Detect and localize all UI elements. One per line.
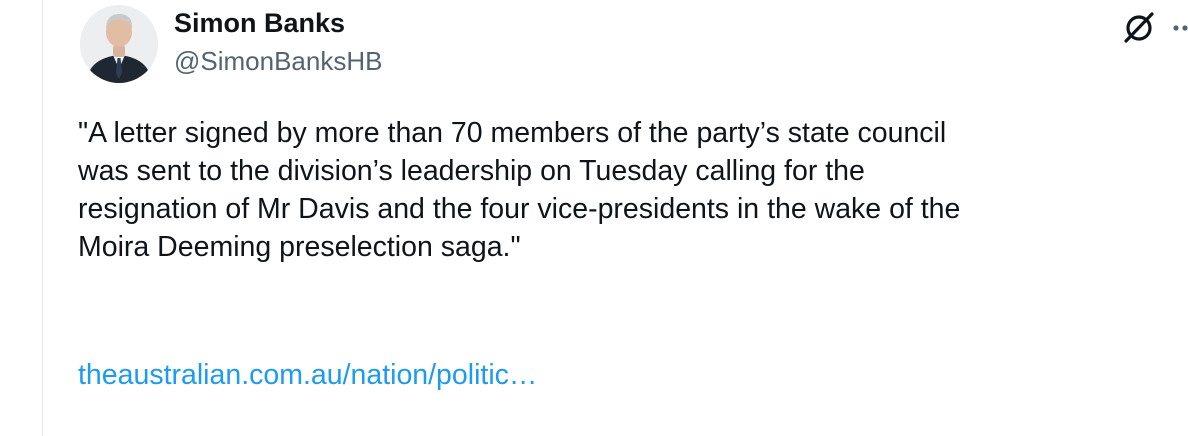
thread-divider — [42, 0, 43, 436]
tweet-card: Simon Banks @SimonBanksHB "A letter sign… — [0, 0, 1188, 436]
profile-photo-icon — [80, 5, 158, 83]
slash-circle-icon — [1124, 12, 1154, 43]
more-icon[interactable] — [1170, 12, 1188, 42]
author-name[interactable]: Simon Banks — [174, 6, 345, 40]
article-link[interactable]: theaustralian.com.au/nation/politic… — [78, 356, 537, 394]
author-handle[interactable]: @SimonBanksHB — [174, 44, 382, 78]
tweet-text: "A letter signed by more than 70 members… — [78, 117, 961, 263]
grok-icon[interactable] — [1120, 8, 1158, 46]
tweet: Simon Banks @SimonBanksHB "A letter sign… — [78, 0, 1188, 436]
more-dots-icon — [1173, 25, 1188, 31]
avatar[interactable] — [80, 5, 158, 83]
